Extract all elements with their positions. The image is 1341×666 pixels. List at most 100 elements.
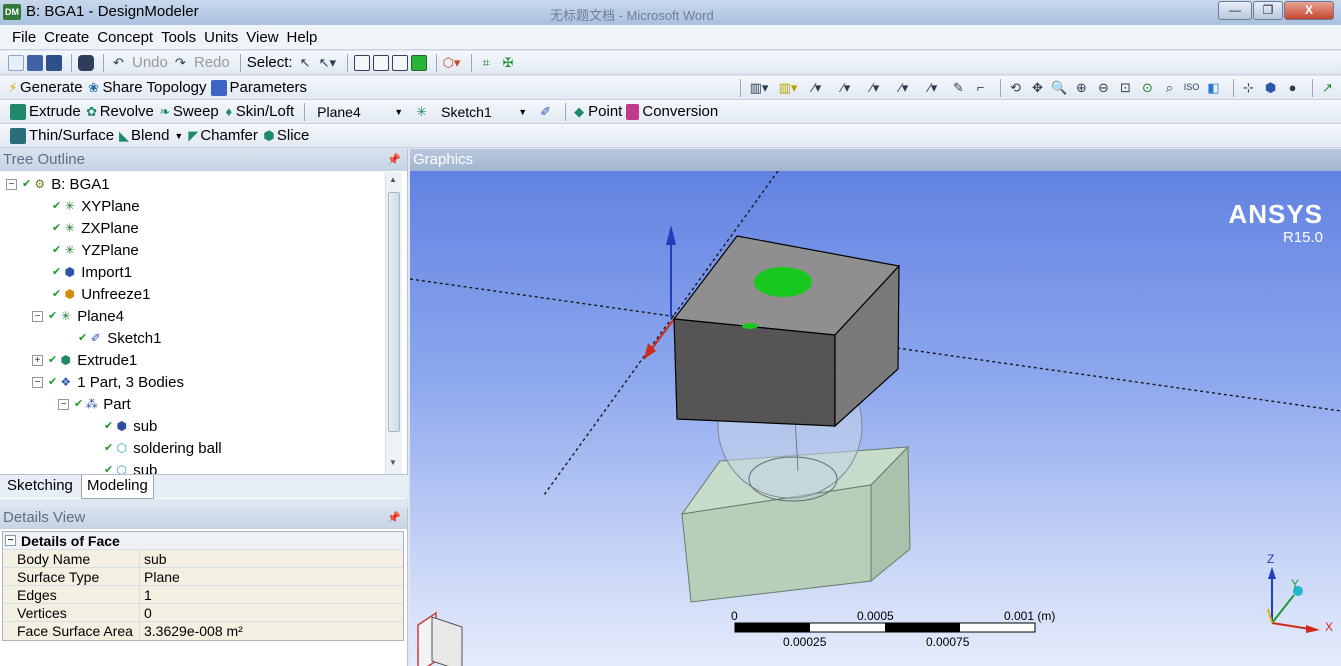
parameters-button[interactable]: Parameters (210, 79, 307, 96)
conversion-button[interactable]: Conversion (626, 103, 718, 120)
rotate-icon[interactable]: ⟲ (1007, 79, 1024, 96)
share-topology-button[interactable]: ❀ Share Topology (87, 79, 206, 96)
tree-scrollbar[interactable]: ▲ ▼ (385, 172, 402, 474)
point-display-icon[interactable]: ● (1284, 79, 1301, 96)
select-edges-icon[interactable] (372, 54, 389, 71)
tab-modeling[interactable]: Modeling (81, 475, 154, 499)
details-row-face-area[interactable]: Face Surface Area 3.3629e-008 m² (3, 622, 403, 640)
generate-button[interactable]: ⚡ Generate (8, 79, 82, 96)
sweep-button[interactable]: ❧ Sweep (158, 103, 218, 120)
sketch-dropdown[interactable]: Sketch1 ▼ (435, 102, 531, 121)
tree-node-unfreeze1[interactable]: ✔ ⬢ Unfreeze1 (52, 284, 150, 305)
menu-file[interactable]: File (12, 25, 36, 50)
collapse-icon[interactable]: − (5, 535, 16, 546)
slice-button[interactable]: ⬢ Slice (262, 127, 309, 144)
chamfer-button[interactable]: ◤ Chamfer (187, 127, 258, 144)
view-cube-icon[interactable]: ◧ (1205, 79, 1222, 96)
tree-node-extrude1[interactable]: + ✔ ⬢ Extrude1 (32, 350, 137, 371)
display-edges-icon[interactable]: ▥▾ (747, 79, 771, 96)
scroll-up-icon[interactable]: ▲ (389, 175, 397, 184)
save-as-icon[interactable] (46, 54, 62, 71)
point-button[interactable]: ◆ Point (572, 103, 622, 120)
save-icon[interactable] (27, 54, 43, 71)
tab-sketching[interactable]: Sketching (2, 475, 78, 499)
analysis-icon[interactable]: ↗ (1319, 79, 1336, 96)
new-sketch-icon[interactable]: ✐ (537, 103, 554, 120)
blend-button[interactable]: ◣ Blend ▼ (118, 127, 183, 144)
pin-icon[interactable]: 📌 (387, 149, 401, 171)
tree-node-sub-solid[interactable]: ✔ ⬢ sub (104, 416, 157, 437)
tree-node-yzplane[interactable]: ✔ ✳ YZPlane (52, 240, 139, 261)
extrude-button[interactable]: Extrude (10, 103, 81, 120)
select-pointer-icon[interactable]: ↖ (297, 54, 314, 71)
menu-concept[interactable]: Concept (97, 25, 153, 50)
pin-icon[interactable]: 📌 (387, 507, 401, 529)
details-row-surface-type[interactable]: Surface Type Plane (3, 568, 403, 586)
menu-create[interactable]: Create (44, 25, 89, 50)
plane-dropdown[interactable]: Plane4 ▼ (311, 102, 407, 121)
details-section-header[interactable]: − Details of Face (3, 532, 403, 550)
extend-selection-icon[interactable]: ⬡▾ (443, 54, 461, 71)
collapse-icon[interactable]: − (32, 377, 43, 388)
line-style-5-icon[interactable]: ⁄▾ (921, 79, 945, 96)
select-faces-icon[interactable] (391, 54, 408, 71)
flag-icon[interactable]: ⌐ (972, 79, 989, 96)
line-style-3-icon[interactable]: ⁄▾ (863, 79, 887, 96)
zoom-to-fit-icon[interactable]: ⊙ (1139, 79, 1156, 96)
scroll-down-icon[interactable]: ▼ (389, 458, 397, 467)
new-plane-icon[interactable]: ✳ (413, 103, 430, 120)
redo-button[interactable]: ↷ Redo (172, 54, 230, 71)
paint-select-icon[interactable]: ✠ (500, 54, 517, 71)
menu-help[interactable]: Help (287, 25, 318, 50)
select-bodies-icon[interactable] (410, 54, 427, 71)
scrollbar-thumb[interactable] (388, 192, 400, 432)
model-scene[interactable] (410, 171, 1341, 666)
triad-toggle-icon[interactable]: ⊹ (1240, 79, 1257, 96)
maximize-button[interactable]: ❐ (1253, 1, 1283, 20)
details-row-body-name[interactable]: Body Name sub (3, 550, 403, 568)
iso-view-icon[interactable]: ISO (1183, 79, 1200, 96)
pin-icon[interactable]: ✎ (950, 79, 967, 96)
tree-node-bodies[interactable]: − ✔ ❖ 1 Part, 3 Bodies (32, 372, 184, 393)
line-style-2-icon[interactable]: ⁄▾ (834, 79, 858, 96)
box-select-icon[interactable]: ⌗ (478, 54, 495, 71)
zoom-out-icon[interactable]: ⊖ (1095, 79, 1112, 96)
3d-viewport[interactable]: ANSYS R15.0 0 0.0005 0.001 (m) 0.00025 0… (410, 171, 1341, 666)
selected-face[interactable] (754, 267, 812, 297)
box-zoom-icon[interactable]: ⊡ (1117, 79, 1134, 96)
upper-box-front[interactable] (673, 318, 836, 427)
tree-node-soldering-ball[interactable]: ✔ ⬡ soldering ball (104, 438, 222, 459)
collapse-icon[interactable]: − (58, 399, 69, 410)
tree-node-plane4[interactable]: − ✔ ✳ Plane4 (32, 306, 124, 327)
new-icon[interactable] (8, 54, 24, 71)
tree-node-xyplane[interactable]: ✔ ✳ XYPlane (52, 196, 140, 217)
thin-surface-button[interactable]: Thin/Surface (10, 127, 114, 144)
collapse-icon[interactable]: − (6, 179, 17, 190)
revolve-button[interactable]: ✿ Revolve (85, 103, 154, 120)
minimize-button[interactable]: — (1218, 1, 1252, 20)
tree-node-sketch1[interactable]: ✔ ✐ Sketch1 (78, 328, 161, 349)
zoom-in-icon[interactable]: ⊕ (1073, 79, 1090, 96)
zoom-icon[interactable]: 🔍 (1051, 79, 1068, 96)
tree-node-part[interactable]: − ✔ ⁂ Part (58, 394, 131, 415)
pan-icon[interactable]: ✥ (1029, 79, 1046, 96)
close-button[interactable]: X (1284, 1, 1334, 20)
tree-node-model[interactable]: − ✔ ⚙ B: BGA1 (6, 174, 110, 195)
undo-button[interactable]: ↶ Undo (110, 54, 168, 71)
edge-coloring-icon[interactable]: ▥▾ (776, 79, 800, 96)
skin-loft-button[interactable]: ♦ Skin/Loft (223, 103, 294, 120)
menu-view[interactable]: View (246, 25, 278, 50)
menu-tools[interactable]: Tools (161, 25, 196, 50)
select-mode-icon[interactable]: ↖▾ (319, 54, 336, 71)
line-style-1-icon[interactable]: ⁄▾ (805, 79, 829, 96)
expand-icon[interactable]: + (32, 355, 43, 366)
line-style-4-icon[interactable]: ⁄▾ (892, 79, 916, 96)
solid-display-icon[interactable]: ⬢ (1262, 79, 1279, 96)
tree-node-import1[interactable]: ✔ ⬢ Import1 (52, 262, 132, 283)
tree-node-zxplane[interactable]: ✔ ✳ ZXPlane (52, 218, 139, 239)
collapse-icon[interactable]: − (32, 311, 43, 322)
tree-node-sub-frozen[interactable]: ✔ ⬡ sub (104, 460, 157, 474)
select-points-icon[interactable] (353, 54, 370, 71)
magnifier-icon[interactable]: ⌕ (1161, 79, 1178, 96)
details-row-vertices[interactable]: Vertices 0 (3, 604, 403, 622)
